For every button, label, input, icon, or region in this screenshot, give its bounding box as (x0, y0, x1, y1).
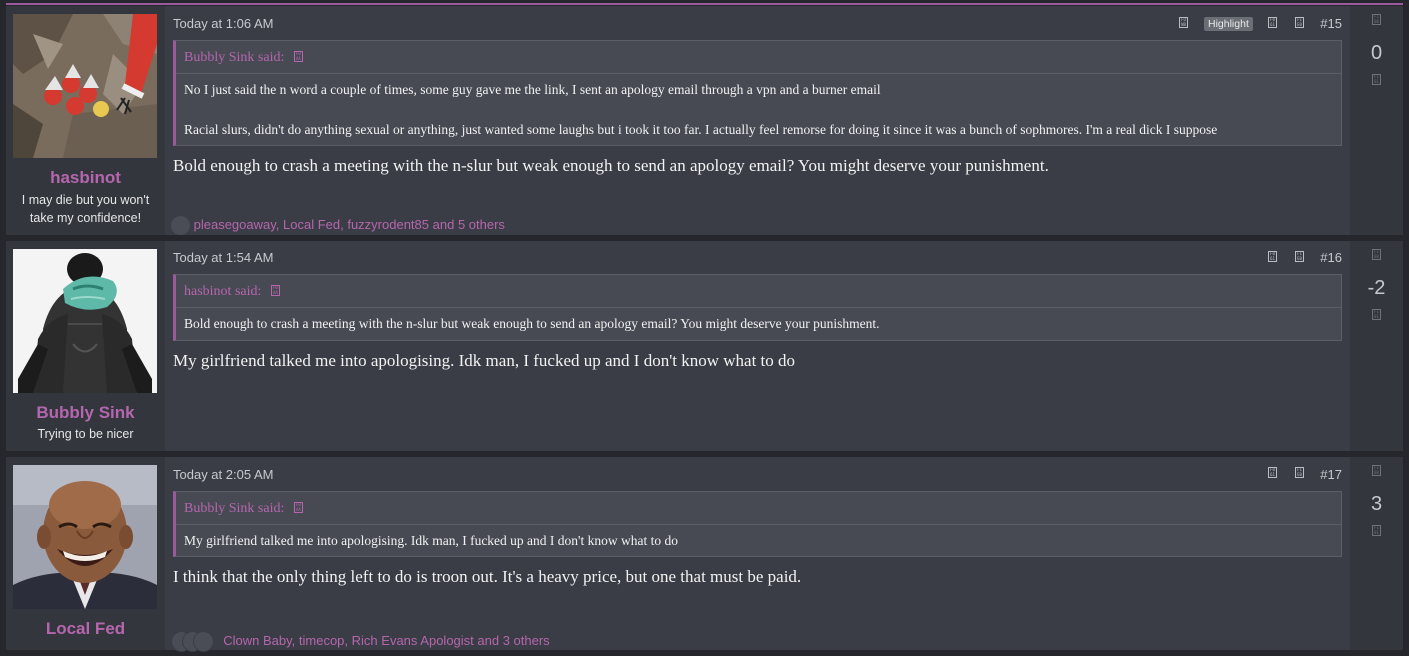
upvote-icon[interactable]: F1 00 (1372, 465, 1381, 476)
upvote-icon[interactable]: F1 00 (1372, 249, 1381, 260)
post-content: Today at 1:54 AM F0 61 F1 E0 #16 hasbinot … (165, 241, 1350, 451)
user-title: Trying to be nicer (37, 427, 134, 441)
quote-divider (176, 73, 1341, 74)
report-icon[interactable]: F1 E0 (1295, 17, 1304, 28)
reaction-user[interactable]: Clown Baby (223, 633, 291, 648)
post-body: My girlfriend talked me into apologising… (173, 351, 796, 370)
quote-text: No I just said the n word a couple of ti… (184, 82, 881, 97)
quote-author[interactable]: hasbinot said: (184, 284, 261, 299)
reactions-bar[interactable]: Clown Baby, timecop, Rich Evans Apologis… (171, 631, 550, 652)
reaction-user[interactable]: timecop (299, 633, 345, 648)
reactions-bar[interactable]: pleasegoaway, Local Fed, fuzzyrodent85 a… (171, 216, 505, 235)
post-number[interactable]: #17 (1320, 467, 1342, 482)
thread-top-accent-line (6, 3, 1403, 5)
reaction-icon (171, 216, 190, 235)
quote-attribution[interactable]: Bubbly Sink said: F0 AA (184, 501, 303, 517)
quote-author[interactable]: Bubbly Sink said: (184, 501, 284, 516)
vote-score: 3 (1370, 493, 1383, 515)
bookmark-icon[interactable]: F0 61 (1268, 251, 1277, 262)
reaction-others[interactable]: and 5 others (433, 217, 505, 232)
reaction-icon (193, 631, 214, 652)
vote-column: F1 00 3 F1 01 (1350, 457, 1403, 650)
reaction-icons (171, 631, 214, 652)
downvote-icon[interactable]: F1 01 (1372, 309, 1381, 320)
post-date[interactable]: Today at 1:06 AM (173, 16, 273, 31)
downvote-icon[interactable]: F1 01 (1372, 74, 1381, 85)
quote-text: My girlfriend talked me into apologising… (184, 533, 678, 548)
post-number[interactable]: #15 (1320, 16, 1342, 31)
post-body: Bold enough to crash a meeting with the … (173, 156, 1049, 175)
bookmark-icon[interactable]: F0 61 (1268, 467, 1277, 478)
avatar[interactable] (13, 14, 157, 158)
post-17: Local Fed Today at 2:05 AM F0 61 F1 E0 #17… (6, 457, 1403, 652)
quote-attribution[interactable]: hasbinot said: F0 AA (184, 284, 280, 300)
avatar[interactable] (13, 465, 157, 609)
report-icon[interactable]: F1 E0 (1295, 467, 1304, 478)
vote-score: -2 (1367, 277, 1386, 299)
user-info: Local Fed (6, 457, 165, 650)
post-15: hasbinot I may die but you won't take my… (6, 6, 1403, 235)
highlight-button[interactable]: Highlight (1204, 17, 1253, 31)
post-content: Today at 2:05 AM F0 61 F1 E0 #17 Bubbly Si… (165, 457, 1350, 652)
username[interactable]: Local Fed (6, 619, 165, 639)
share-icon[interactable]: FO NB (1179, 17, 1188, 28)
user-info: hasbinot I may die but you won't take my… (6, 6, 165, 235)
post-body: I think that the only thing left to do i… (173, 567, 802, 586)
quote-text: Racial slurs, didn't do anything sexual … (184, 122, 1218, 137)
vote-column: F1 00 -2 F1 01 (1350, 241, 1403, 451)
reaction-user[interactable]: Local Fed (283, 217, 340, 232)
quote-divider (176, 524, 1341, 525)
username[interactable]: Bubbly Sink (6, 403, 165, 423)
quote-jump-icon[interactable]: F0 AA (293, 502, 303, 513)
quote-text: Bold enough to crash a meeting with the … (184, 316, 880, 331)
bookmark-icon[interactable]: F0 61 (1268, 17, 1277, 28)
reaction-user[interactable]: Rich Evans Apologist (352, 633, 474, 648)
post-date[interactable]: Today at 2:05 AM (173, 467, 273, 482)
upvote-icon[interactable]: F1 00 (1372, 14, 1381, 25)
post-number[interactable]: #16 (1320, 250, 1342, 265)
vote-score: 0 (1370, 42, 1383, 64)
report-icon[interactable]: F1 E0 (1295, 251, 1304, 262)
post-date[interactable]: Today at 1:54 AM (173, 250, 273, 265)
quote-block: hasbinot said: F0 AA Bold enough to crash… (173, 274, 1342, 341)
reaction-others[interactable]: and 3 others (477, 633, 549, 648)
user-info: Bubbly Sink Trying to be nicer (6, 241, 165, 451)
downvote-icon[interactable]: F1 01 (1372, 525, 1381, 536)
user-title: I may die but you won't take my confiden… (21, 193, 150, 225)
reaction-user[interactable]: fuzzyrodent85 (347, 217, 429, 232)
quote-author[interactable]: Bubbly Sink said: (184, 50, 284, 65)
quote-divider (176, 307, 1341, 308)
quote-attribution[interactable]: Bubbly Sink said: F0 AA (184, 50, 303, 66)
quote-block: Bubbly Sink said: F0 AA My girlfriend tal… (173, 491, 1342, 557)
vote-column: F1 00 0 F1 01 (1350, 6, 1403, 235)
quote-block: Bubbly Sink said: F0 AA No I just said th… (173, 40, 1342, 146)
post-content: Today at 1:06 AM FO NB Highlight F0 61 F1 E… (165, 6, 1350, 235)
post-16: Bubbly Sink Trying to be nicer Today at … (6, 241, 1403, 451)
username[interactable]: hasbinot (6, 168, 165, 188)
quote-jump-icon[interactable]: F0 AA (293, 51, 303, 62)
avatar[interactable] (13, 249, 157, 393)
reaction-user[interactable]: pleasegoaway (194, 217, 276, 232)
quote-jump-icon[interactable]: F0 AA (270, 285, 280, 296)
